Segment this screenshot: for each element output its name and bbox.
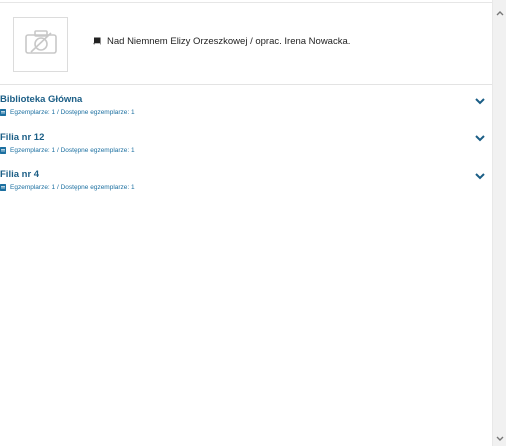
library-name: Biblioteka Główna bbox=[0, 94, 83, 105]
library-availability: Egzemplarze: 1 / Dostępne egzemplarze: 1 bbox=[0, 146, 135, 154]
document-icon bbox=[0, 146, 6, 154]
library-name: Filia nr 12 bbox=[0, 131, 45, 143]
library-name: Filia nr 4 bbox=[0, 169, 40, 180]
book-icon bbox=[93, 37, 101, 46]
results-panel: Nad Niemnem Elizy Orzeszkowej / oprac. I… bbox=[0, 0, 492, 446]
vertical-scrollbar[interactable] bbox=[492, 0, 506, 446]
library-item[interactable]: Filia nr 4 Egzemplarze: 1 / Dostępne egz… bbox=[0, 169, 492, 207]
record-header: Nad Niemnem Elizy Orzeszkowej / oprac. I… bbox=[0, 4, 492, 85]
scroll-down-arrow-icon[interactable] bbox=[493, 432, 506, 446]
record-title-row[interactable]: Nad Niemnem Elizy Orzeszkowej / oprac. I… bbox=[93, 36, 350, 47]
scroll-up-arrow-icon[interactable] bbox=[493, 6, 506, 20]
availability-text: Egzemplarze: 1 / Dostępne egzemplarze: 1 bbox=[10, 184, 135, 191]
availability-text: Egzemplarze: 1 / Dostępne egzemplarze: 1 bbox=[10, 146, 135, 154]
record-title: Nad Niemnem Elizy Orzeszkowej / oprac. I… bbox=[107, 36, 351, 47]
library-availability: Egzemplarze: 1 / Dostępne egzemplarze: 1 bbox=[0, 184, 135, 191]
cover-placeholder bbox=[13, 17, 68, 72]
library-item[interactable]: Biblioteka Główna Egzemplarze: 1 / Dostę… bbox=[0, 94, 492, 132]
chevron-down-icon[interactable] bbox=[474, 96, 486, 106]
availability-text: Egzemplarze: 1 / Dostępne egzemplarze: 1 bbox=[10, 109, 135, 116]
library-list: Biblioteka Główna Egzemplarze: 1 / Dostę… bbox=[0, 94, 492, 207]
document-icon bbox=[0, 184, 6, 191]
library-item[interactable]: Filia nr 12 Egzemplarze: 1 / Dostępne eg… bbox=[0, 132, 492, 170]
library-availability: Egzemplarze: 1 / Dostępne egzemplarze: 1 bbox=[0, 109, 135, 116]
chevron-down-icon[interactable] bbox=[474, 171, 486, 181]
camera-icon bbox=[24, 29, 58, 60]
document-icon bbox=[0, 109, 6, 116]
top-divider bbox=[0, 2, 492, 3]
chevron-down-icon[interactable] bbox=[474, 134, 486, 144]
